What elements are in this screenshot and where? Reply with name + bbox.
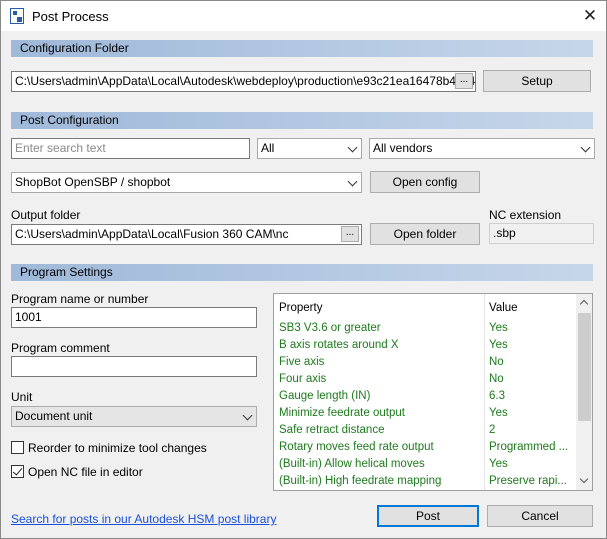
property-name: Minimize feedrate output [279,407,405,419]
post-library-link[interactable]: Search for posts in our Autodesk HSM pos… [11,512,276,526]
cancel-button[interactable]: Cancel [487,505,593,527]
reorder-checkbox[interactable] [11,441,24,454]
chevron-down-icon [347,176,358,187]
property-name: Four axis [279,373,327,385]
open-folder-button[interactable]: Open folder [370,223,480,245]
property-row[interactable]: SB3 V3.6 or greater Yes [274,321,576,338]
post-filter-value: All [261,141,275,155]
property-value[interactable]: Yes [489,322,571,334]
program-comment-label: Program comment [11,341,110,355]
property-name: (Built-in) Allow helical moves [279,458,425,470]
configuration-folder-browse-button[interactable]: ... [455,73,473,89]
property-name: Safe retract distance [279,424,385,436]
open-config-button[interactable]: Open config [370,171,480,193]
property-row[interactable]: B axis rotates around X Yes [274,338,576,355]
post-search-input[interactable]: Enter search text [11,138,250,159]
post-select-value: ShopBot OpenSBP / shopbot [15,175,171,189]
unit-label: Unit [11,390,33,404]
checkmark-icon [12,465,23,476]
property-value[interactable]: Programmed ... [489,441,571,453]
configuration-folder-path: C:\Users\admin\AppData\Local\Autodesk\we… [15,74,476,88]
property-value[interactable]: Yes [489,458,571,470]
column-header-property[interactable]: Property [279,302,322,314]
scroll-down-icon[interactable] [576,473,592,490]
section-configuration-folder: Configuration Folder [11,40,593,57]
property-row[interactable]: Gauge length (IN) 6.3 [274,389,576,406]
open-nc-checkbox[interactable] [11,465,24,478]
property-value[interactable]: 6.3 [489,390,571,402]
property-row[interactable]: Minimize feedrate output Yes [274,406,576,423]
reorder-label[interactable]: Reorder to minimize tool changes [28,441,207,455]
output-folder-field[interactable]: C:\Users\admin\AppData\Local\Fusion 360 … [11,224,362,245]
window-title: Post Process [32,9,109,24]
chevron-down-icon [242,410,253,421]
property-value[interactable]: Yes [489,407,571,419]
program-name-input[interactable]: 1001 [11,307,257,328]
property-name: SB3 V3.6 or greater [279,322,381,334]
property-value[interactable]: 2 [489,424,571,436]
output-folder-path: C:\Users\admin\AppData\Local\Fusion 360 … [15,227,289,241]
scroll-up-icon[interactable] [576,294,592,311]
unit-select[interactable]: Document unit [11,406,257,427]
section-program-settings: Program Settings [11,264,593,281]
properties-scrollbar[interactable] [576,294,592,490]
section-post-configuration: Post Configuration [11,112,593,129]
unit-select-value: Document unit [15,409,93,423]
post-process-dialog: Post Process ✕ Configuration Folder C:\U… [0,0,607,539]
output-folder-browse-button[interactable]: ... [341,226,359,242]
property-row[interactable]: Rotary moves feed rate output Programmed … [274,440,576,457]
property-name: Five axis [279,356,325,368]
chevron-down-icon [347,142,358,153]
property-row[interactable]: (Built-in) High feedrate mapping Preserve… [274,474,576,490]
title-bar: Post Process ✕ [1,1,606,31]
open-nc-label[interactable]: Open NC file in editor [28,465,143,479]
close-icon[interactable]: ✕ [578,5,602,27]
property-name: B axis rotates around X [279,339,399,351]
property-value[interactable]: Yes [489,339,571,351]
vendor-filter-value: All vendors [373,141,433,155]
output-folder-label: Output folder [11,208,81,222]
property-name: Rotary moves feed rate output [279,441,434,453]
configuration-folder-field[interactable]: C:\Users\admin\AppData\Local\Autodesk\we… [11,71,476,92]
property-row[interactable]: Safe retract distance 2 [274,423,576,440]
post-filter-select[interactable]: All [257,138,362,159]
property-value[interactable]: Preserve rapi... [489,475,571,487]
post-select[interactable]: ShopBot OpenSBP / shopbot [11,172,362,193]
properties-grid-header: Property Value [274,294,576,320]
property-name: (Built-in) High feedrate mapping [279,475,442,487]
program-comment-input[interactable] [11,356,257,377]
property-row[interactable]: Four axis No [274,372,576,389]
setup-button[interactable]: Setup [483,70,591,92]
vendor-filter-select[interactable]: All vendors [369,138,595,159]
column-header-value[interactable]: Value [489,302,518,314]
properties-grid[interactable]: Property Value SB3 V3.6 or greater Yes B a… [273,293,593,491]
property-name: Gauge length (IN) [279,390,371,402]
chevron-down-icon [580,142,591,153]
program-name-label: Program name or number [11,292,149,306]
property-row[interactable]: Five axis No [274,355,576,372]
property-row[interactable]: (Built-in) Allow helical moves Yes [274,457,576,474]
property-value[interactable]: No [489,373,571,385]
scrollbar-thumb[interactable] [578,313,591,421]
post-button[interactable]: Post [377,505,479,527]
app-icon [10,8,24,24]
nc-extension-field: .sbp [489,223,594,244]
property-value[interactable]: No [489,356,571,368]
nc-extension-label: NC extension [489,208,562,222]
